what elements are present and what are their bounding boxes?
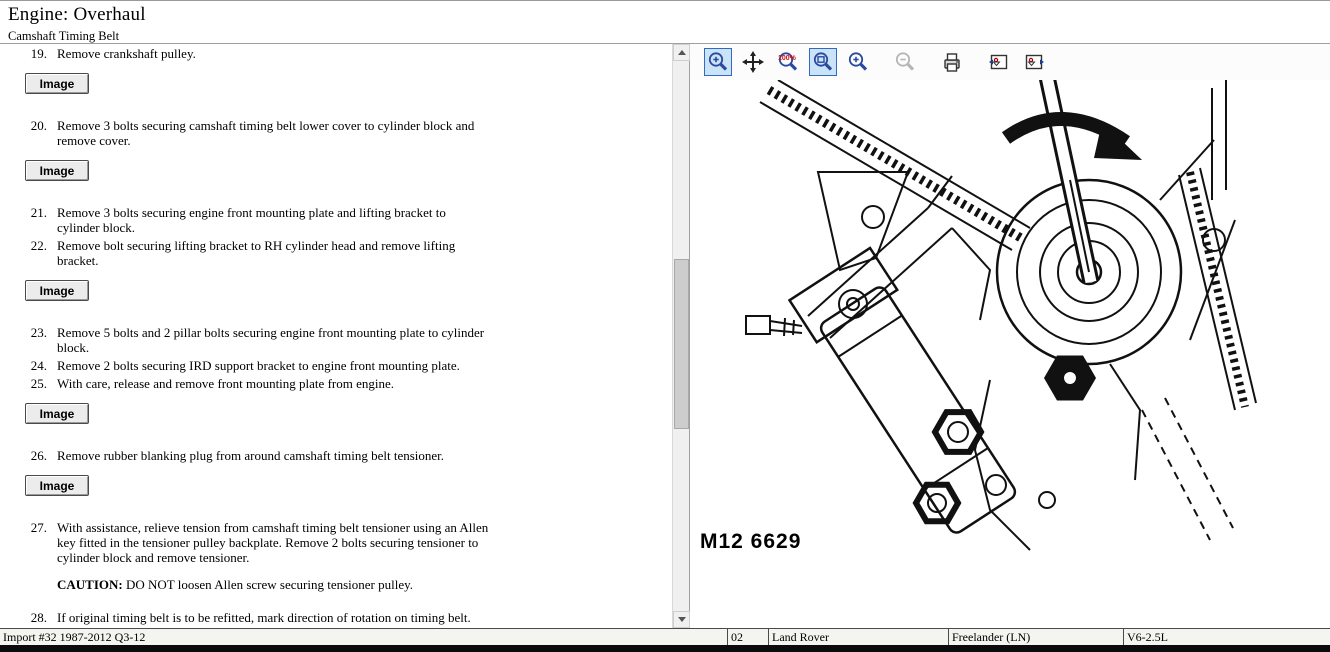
- step-number: 27.: [25, 520, 47, 565]
- step-text: With assistance, relieve tension from ca…: [57, 520, 489, 565]
- magnifier-plus-icon: [846, 50, 870, 74]
- zoom-out-button: [891, 48, 919, 76]
- status-bar: Import #32 1987-2012 Q3-1202Land RoverFr…: [0, 628, 1330, 645]
- step-number: 22.: [25, 238, 47, 268]
- main-split: 19. Remove crankshaft pulley. Image 20. Remo…: [0, 44, 1330, 628]
- image-button-row: Image: [25, 403, 672, 424]
- print-button[interactable]: [938, 48, 966, 76]
- step-text: Remove bolt securing lifting bracket to …: [57, 238, 489, 268]
- procedure-pane: 19. Remove crankshaft pulley. Image 20. Remo…: [0, 44, 690, 628]
- step-number: 26.: [25, 448, 47, 463]
- step-number: 21.: [25, 205, 47, 235]
- status-cell-0: Import #32 1987-2012 Q3-12: [0, 629, 728, 645]
- magnifier-plus-icon: [706, 50, 730, 74]
- procedure-step: 24. Remove 2 bolts securing IRD support b…: [25, 358, 672, 373]
- step-text: With care, release and remove front moun…: [57, 376, 489, 391]
- caution-label: CAUTION:: [57, 577, 123, 592]
- chevron-down-icon: [678, 617, 686, 622]
- procedure-step: 25. With care, release and remove front m…: [25, 376, 672, 391]
- page-subtitle: Camshaft Timing Belt: [5, 29, 1330, 44]
- step-number: 25.: [25, 376, 47, 391]
- figure-number-label: M12 6629: [700, 530, 801, 553]
- procedure-step: 21. Remove 3 bolts securing engine front …: [25, 205, 672, 235]
- status-cell-2: Land Rover: [769, 629, 949, 645]
- scrollbar-thumb[interactable]: [674, 259, 689, 429]
- step-number: 24.: [25, 358, 47, 373]
- chevron-up-icon: [678, 50, 686, 55]
- image-button[interactable]: Image: [25, 403, 89, 424]
- image-button-row: Image: [25, 73, 672, 94]
- magnifier-fit-icon: [811, 50, 835, 74]
- status-cell-4: V6-2.5L: [1124, 629, 1330, 645]
- next-image-button[interactable]: [1020, 48, 1048, 76]
- bottom-strip: [0, 645, 1330, 652]
- zoom-in-button[interactable]: [844, 48, 872, 76]
- previous-image-button[interactable]: [985, 48, 1013, 76]
- image-button-row: Image: [25, 160, 672, 181]
- image-next-icon: [1022, 50, 1046, 74]
- procedure-step: 23. Remove 5 bolts and 2 pillar bolts sec…: [25, 325, 672, 355]
- zoom-100-button[interactable]: 100%: [774, 48, 802, 76]
- step-number: 19.: [25, 46, 47, 61]
- pan-button[interactable]: [739, 48, 767, 76]
- step-text: Remove 3 bolts securing camshaft timing …: [57, 118, 489, 148]
- image-button-row: Image: [25, 280, 672, 301]
- timing-belt-tensioner-diagram: M12 6629: [690, 80, 1329, 627]
- step-number: 20.: [25, 118, 47, 148]
- procedure-step: 22. Remove bolt securing lifting bracket …: [25, 238, 672, 268]
- magnifier-minus-icon: [893, 50, 917, 74]
- page-header: Engine: Overhaul Camshaft Timing Belt: [0, 1, 1330, 44]
- status-cell-1: 02: [728, 629, 769, 645]
- step-text: Remove rubber blanking plug from around …: [57, 448, 489, 463]
- status-cell-3: Freelander (LN): [949, 629, 1124, 645]
- image-button[interactable]: Image: [25, 160, 89, 181]
- step-text: Remove 2 bolts securing IRD support brac…: [57, 358, 489, 373]
- diagram-area: M12 6629: [690, 80, 1330, 628]
- page-title: Engine: Overhaul: [8, 4, 1330, 26]
- viewer-toolbar: 100%: [690, 44, 1330, 80]
- svg-text:100%: 100%: [778, 55, 797, 62]
- procedure-step: 19. Remove crankshaft pulley.: [25, 46, 672, 61]
- fit-to-window-button[interactable]: [809, 48, 837, 76]
- procedure-step: 27. With assistance, relieve tension from…: [25, 520, 672, 565]
- procedure-steps: 19. Remove crankshaft pulley. Image 20. Remo…: [0, 44, 672, 628]
- procedure-step: 28. If original timing belt is to be refi…: [25, 610, 672, 625]
- step-number: 23.: [25, 325, 47, 355]
- image-button-row: Image: [25, 475, 672, 496]
- scroll-down-button[interactable]: [673, 611, 690, 628]
- step-number: 28.: [25, 610, 47, 625]
- step-text: Remove 3 bolts securing engine front mou…: [57, 205, 489, 235]
- image-button[interactable]: Image: [25, 475, 89, 496]
- vertical-scrollbar[interactable]: [672, 44, 689, 628]
- image-viewer-pane: 100%: [690, 44, 1330, 628]
- zoom-window-button[interactable]: [704, 48, 732, 76]
- image-prev-icon: [987, 50, 1011, 74]
- step-text: Remove 5 bolts and 2 pillar bolts securi…: [57, 325, 489, 355]
- step-text: Remove crankshaft pulley.: [57, 46, 489, 61]
- image-button[interactable]: Image: [25, 280, 89, 301]
- procedure-step: 20. Remove 3 bolts securing camshaft timi…: [25, 118, 672, 148]
- pan-arrows-icon: [741, 50, 765, 74]
- printer-icon: [940, 50, 964, 74]
- image-button[interactable]: Image: [25, 73, 89, 94]
- procedure-step: 26. Remove rubber blanking plug from arou…: [25, 448, 672, 463]
- step-text: If original timing belt is to be refitte…: [57, 610, 489, 625]
- scroll-up-button[interactable]: [673, 44, 690, 61]
- magnifier-100-icon: 100%: [776, 50, 800, 74]
- caution-note: CAUTION: DO NOT loosen Allen screw secur…: [25, 577, 480, 592]
